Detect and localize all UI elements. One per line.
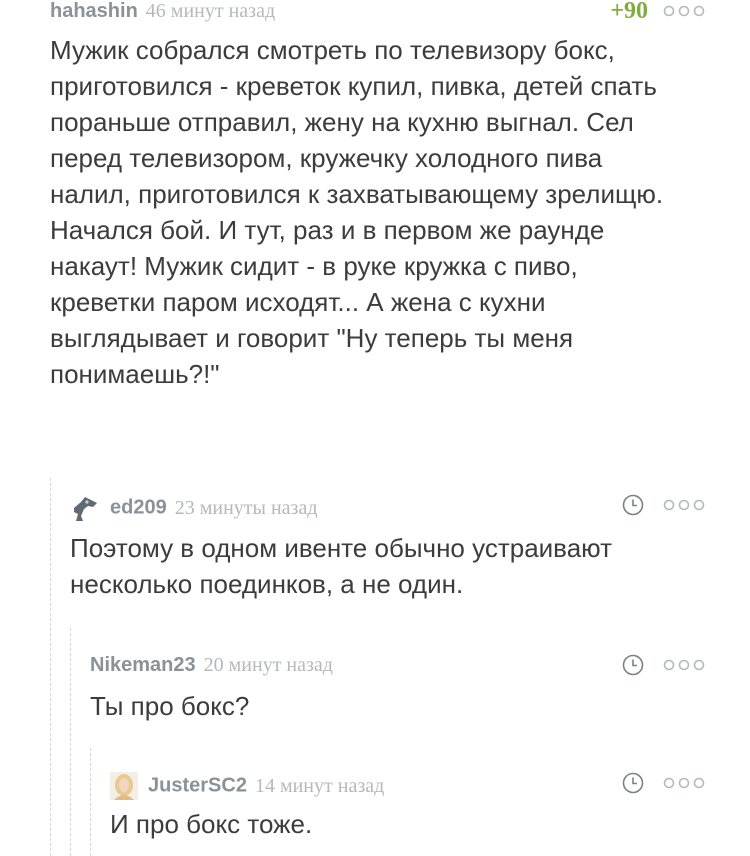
comment-header: JusterSC2 14 минут назад <box>110 772 706 800</box>
comment-header: hahashin 46 минут назад +90 <box>50 0 706 28</box>
comment-text-line: выглядывает и говорит "Ну теперь ты меня <box>50 323 574 353</box>
more-dots-icon[interactable] <box>662 2 706 20</box>
comment-text-line: пораньше отправил, жену на кухню выгнал.… <box>50 107 634 137</box>
comment-timestamp[interactable]: 20 минут назад <box>204 654 333 676</box>
thread-line <box>50 478 51 856</box>
comment-text-line: перед телевизором, кружечку холодного пи… <box>50 143 603 173</box>
comment-text-line: понимаешь?!" <box>50 359 220 389</box>
comment-text-line: приготовился - креветок купил, пивка, де… <box>50 71 657 101</box>
comment-text: И про бокс тоже. <box>110 806 312 842</box>
more-dots-icon[interactable] <box>662 774 706 792</box>
comment-text-line: креветки паром исходят... А жена с кухни <box>50 287 546 317</box>
comment-timestamp[interactable]: 14 минут назад <box>255 775 384 797</box>
clock-icon[interactable] <box>622 494 644 516</box>
comment-timestamp[interactable]: 23 минуты назад <box>175 497 318 519</box>
comment-justersc2: JusterSC2 14 минут назад И про бокс тоже. <box>110 772 706 852</box>
comment-username[interactable]: ed209 <box>110 497 167 519</box>
comment-text-line: Поэтому в одном ивенте обычно устраивают <box>70 533 612 563</box>
thread-line <box>70 628 71 856</box>
robot-avatar-icon[interactable] <box>70 494 100 522</box>
more-dots-icon[interactable] <box>662 496 706 514</box>
thread-line <box>90 748 91 856</box>
comment-text-line: несколько поединков, а не один. <box>70 569 464 599</box>
comment-username[interactable]: JusterSC2 <box>148 775 247 797</box>
clock-icon[interactable] <box>622 772 644 794</box>
comment-text-line: Ты про бокс? <box>90 691 250 721</box>
comment-text-line: И про бокс тоже. <box>110 809 313 839</box>
comment-header: ed209 23 минуты назад <box>70 494 706 522</box>
comment-text-line: Мужик собрался смотреть по телевизору бо… <box>50 35 615 65</box>
comment-username[interactable]: Nikeman23 <box>90 654 196 676</box>
clock-icon[interactable] <box>622 654 644 676</box>
more-dots-icon[interactable] <box>662 656 706 674</box>
comment-username[interactable]: hahashin <box>50 0 138 22</box>
comment-text: Ты про бокс? <box>90 688 249 724</box>
comment-text: Поэтому в одном ивенте обычно устраивают… <box>70 530 612 602</box>
comment-header: Nikeman23 20 минут назад <box>90 654 706 682</box>
comment-text-line: Начался бой. И тут, раз и в первом же ра… <box>50 215 605 245</box>
comment-rating: +90 <box>610 0 648 24</box>
comment-text: Мужик собрался смотреть по телевизору бо… <box>50 32 663 392</box>
comment-nikeman23: Nikeman23 20 минут назад Ты про бокс? <box>90 654 706 734</box>
comment-text-line: налил, приготовился к захватывающему зре… <box>50 179 664 209</box>
comment-ed209: ed209 23 минуты назад Поэтому в одном иве… <box>70 494 706 614</box>
comment-text-line: накаут! Мужик сидит - в руке кружка с пи… <box>50 251 578 281</box>
photo-avatar-icon[interactable] <box>110 772 138 800</box>
comment-timestamp[interactable]: 46 минут назад <box>146 0 275 22</box>
comment-hahashin: hahashin 46 минут назад +90 Мужик собралс… <box>50 0 706 450</box>
